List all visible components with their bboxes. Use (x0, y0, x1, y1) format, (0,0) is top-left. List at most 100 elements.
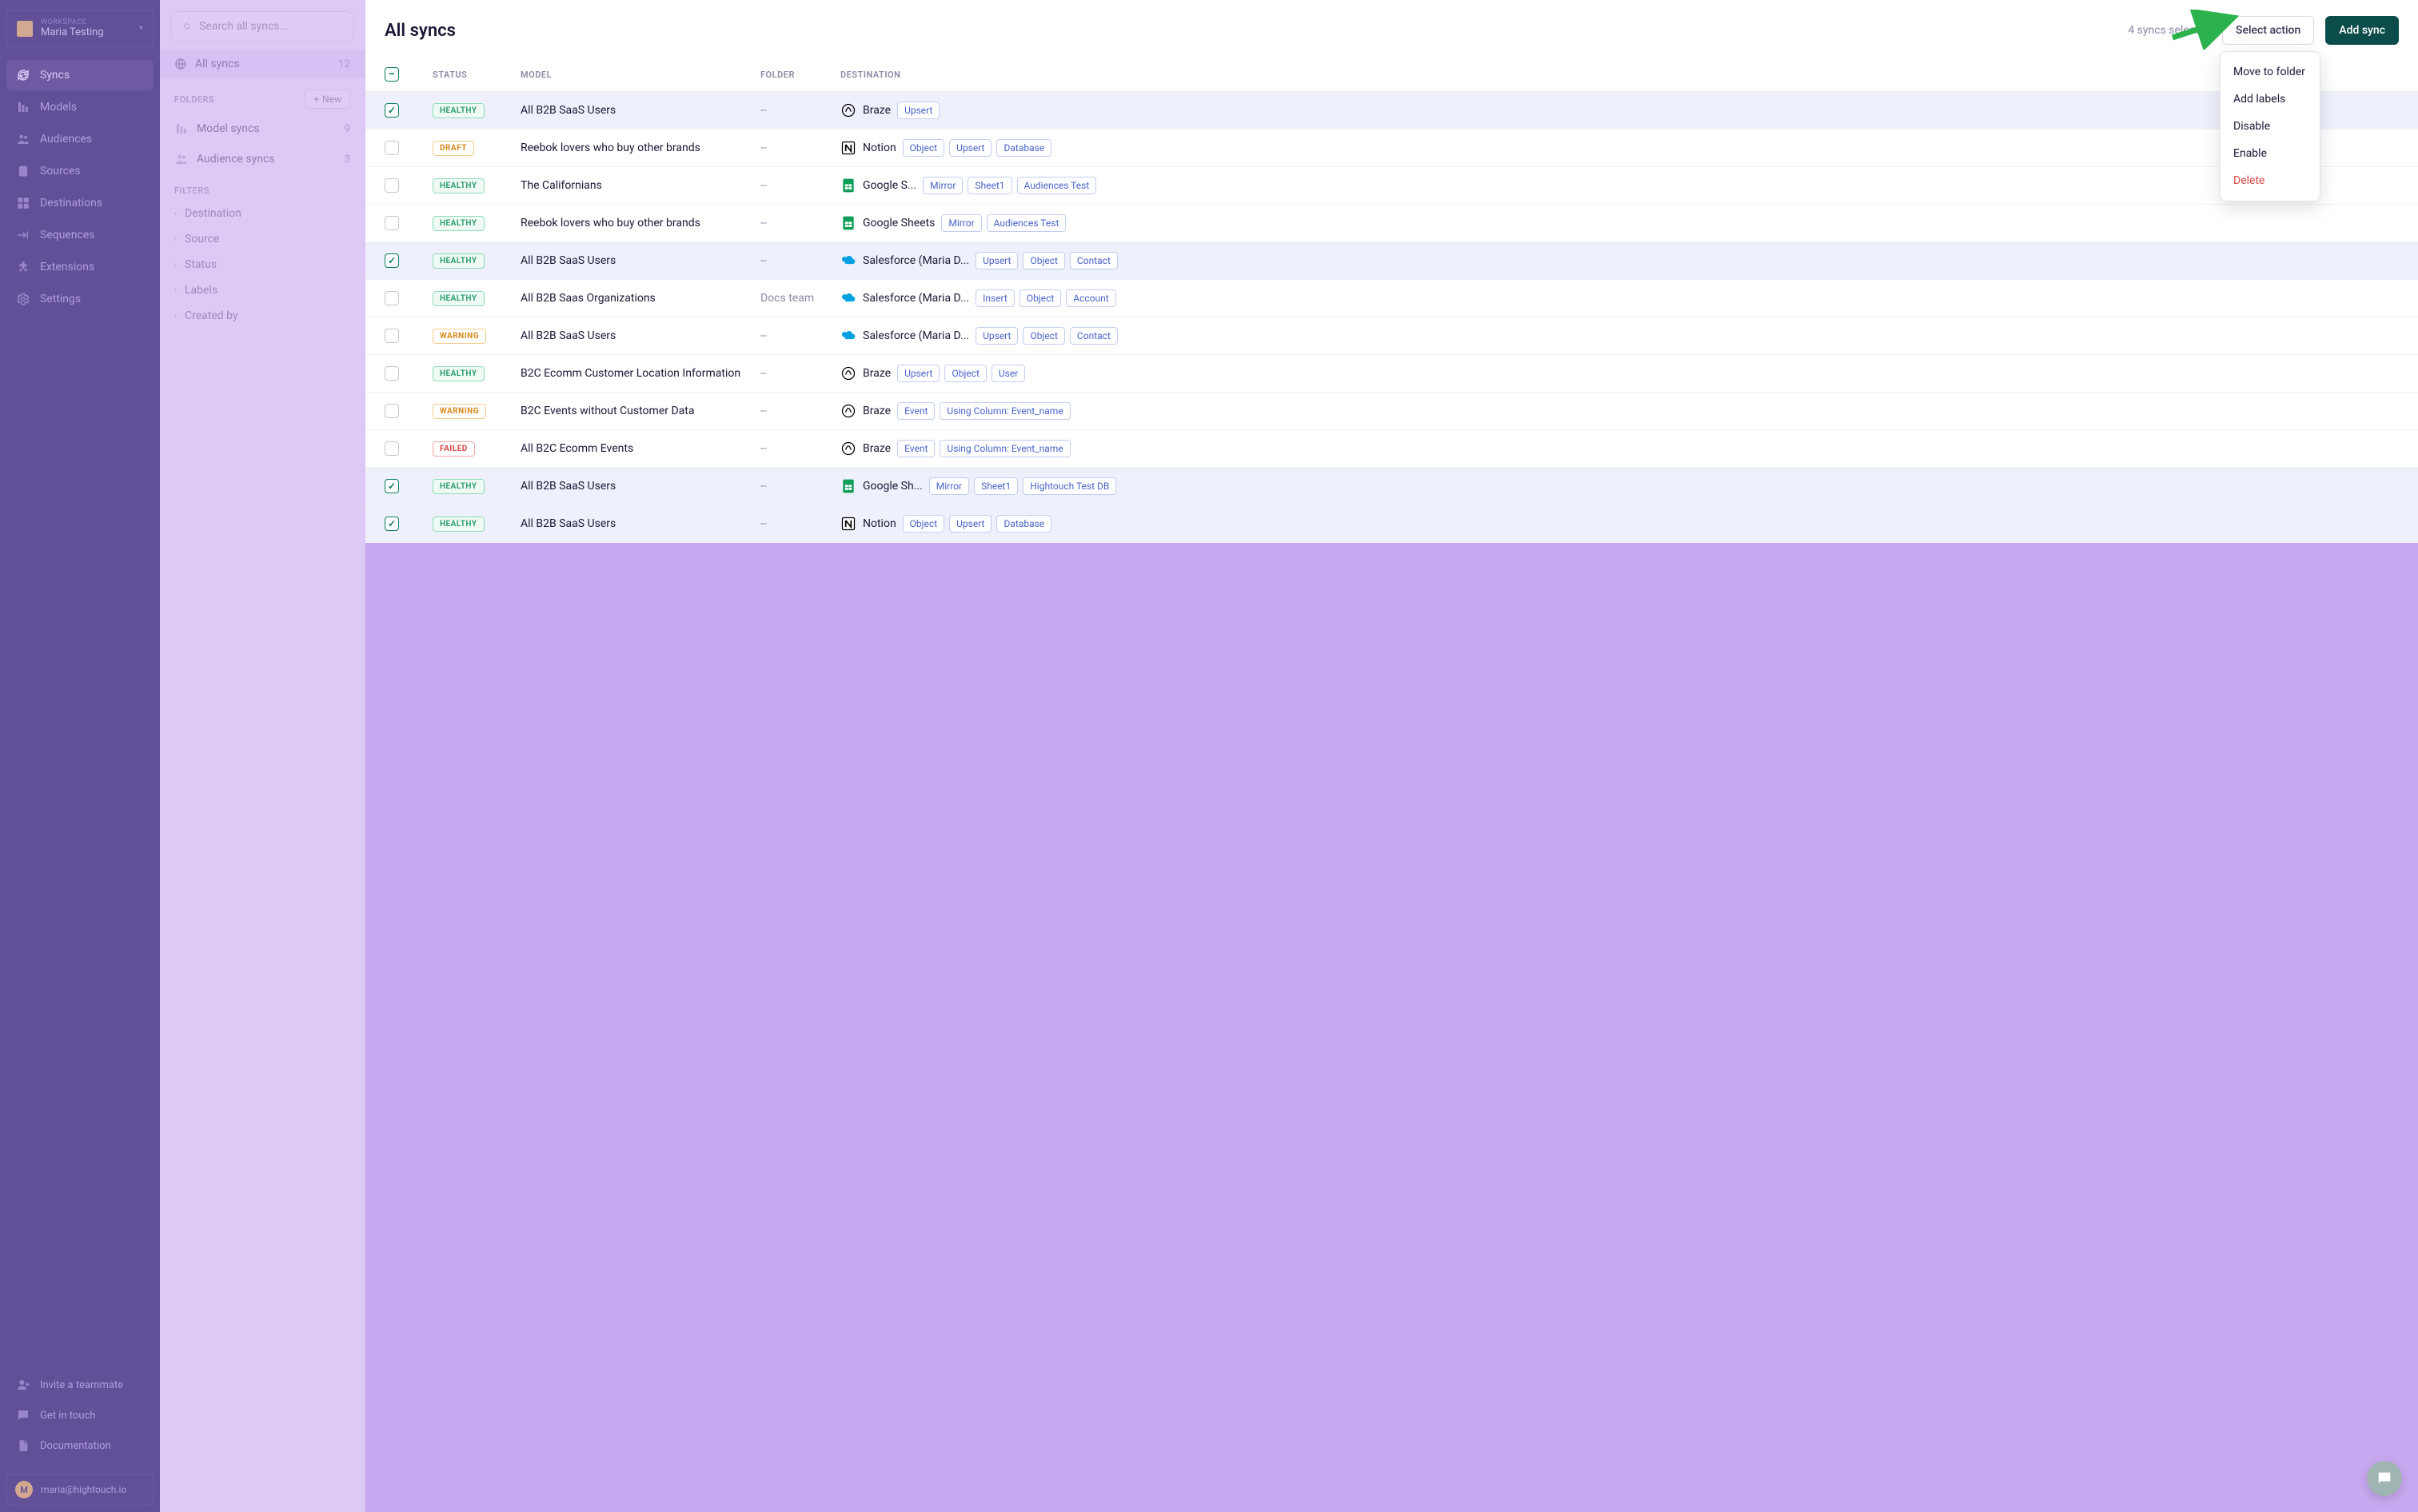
footer-item-docs[interactable]: Documentation (6, 1430, 154, 1461)
row-checkbox[interactable] (385, 253, 399, 268)
col-destination[interactable]: DESTINATION (840, 70, 2399, 80)
col-model[interactable]: MODEL (521, 70, 760, 80)
row-checkbox[interactable] (385, 216, 399, 230)
folder-item[interactable]: Model syncs9 (160, 114, 365, 144)
status-badge: HEALTHY (433, 178, 485, 193)
table-row[interactable]: DRAFT Reebok lovers who buy other brands… (365, 130, 2418, 167)
folder-count: 3 (345, 154, 350, 166)
destination-name: Google Sh... (863, 480, 923, 493)
menu-item[interactable]: Delete (2220, 167, 2320, 194)
table-row[interactable]: HEALTHY B2C Ecomm Customer Location Info… (365, 355, 2418, 393)
tag: Audiences Test (987, 214, 1067, 232)
table-row[interactable]: HEALTHY All B2B SaaS Users -- Salesforce… (365, 242, 2418, 280)
folder-item[interactable]: Audience syncs3 (160, 144, 365, 174)
intercom-launcher[interactable] (2367, 1461, 2402, 1496)
nav-item-models[interactable]: Models (6, 92, 154, 122)
chevron-right-icon: › (174, 235, 177, 244)
table-row[interactable]: HEALTHY The Californians -- Google S... … (365, 167, 2418, 205)
table-row[interactable]: HEALTHY Reebok lovers who buy other bran… (365, 205, 2418, 242)
tag: Using Column: Event_name (940, 402, 1070, 420)
row-checkbox[interactable] (385, 404, 399, 418)
model-name: All B2B SaaS Users (521, 104, 760, 117)
tag-list: UpsertObjectContact (976, 252, 1118, 269)
col-folder[interactable]: FOLDER (760, 70, 840, 80)
destination-name: Notion (863, 142, 896, 154)
table-row[interactable]: WARNING All B2B SaaS Users -- Salesforce… (365, 317, 2418, 355)
menu-item[interactable]: Enable (2220, 140, 2320, 167)
destination-name: Salesforce (Maria D... (863, 254, 969, 267)
destination-name: Salesforce (Maria D... (863, 292, 969, 305)
destination-name: Google S... (863, 179, 916, 192)
row-checkbox[interactable] (385, 479, 399, 493)
row-checkbox[interactable] (385, 291, 399, 305)
model-name: All B2B SaaS Users (521, 254, 760, 267)
tag: Hightouch Test DB (1023, 477, 1116, 495)
folder-cell: -- (760, 329, 840, 342)
tag: Sheet1 (968, 177, 1011, 194)
new-folder-button[interactable]: + New (305, 90, 350, 109)
tag: Object (903, 139, 944, 157)
folder-cell: -- (760, 217, 840, 229)
tag-list: MirrorAudiences Test (941, 214, 1066, 232)
nav-item-syncs[interactable]: Syncs (6, 60, 154, 90)
select-action-button[interactable]: Select action (2222, 16, 2314, 45)
nav-item-destinations[interactable]: Destinations (6, 188, 154, 218)
row-checkbox[interactable] (385, 141, 399, 155)
audiences-icon (16, 132, 30, 146)
row-checkbox[interactable] (385, 366, 399, 381)
user-menu[interactable]: M maria@hightouch.io (6, 1474, 154, 1506)
tag-list: ObjectUpsertDatabase (903, 515, 1052, 533)
filter-item[interactable]: ›Created by (160, 303, 365, 329)
menu-item[interactable]: Move to folder (2220, 58, 2320, 86)
destination-name: Braze (863, 405, 891, 417)
row-checkbox[interactable] (385, 178, 399, 193)
col-status[interactable]: STATUS (433, 70, 521, 80)
select-all-checkbox[interactable] (385, 67, 399, 82)
nav-item-audiences[interactable]: Audiences (6, 124, 154, 154)
search-input[interactable] (199, 20, 341, 33)
row-checkbox[interactable] (385, 103, 399, 118)
destination-name: Braze (863, 442, 891, 455)
braze-icon (840, 441, 856, 457)
workspace-selector[interactable]: WORKSPACE Maria Testing ▾ (6, 10, 154, 47)
menu-item[interactable]: Add labels (2220, 86, 2320, 113)
tag: Upsert (976, 252, 1018, 269)
tag: Event (897, 402, 935, 420)
filter-item[interactable]: ›Labels (160, 277, 365, 303)
menu-item[interactable]: Disable (2220, 113, 2320, 140)
folder-cell: -- (760, 254, 840, 267)
user-avatar: M (15, 1481, 33, 1498)
status-badge: DRAFT (433, 141, 474, 156)
folder-cell: -- (760, 480, 840, 493)
table-row[interactable]: HEALTHY All B2B SaaS Users -- Notion Obj… (365, 505, 2418, 543)
tag-list: EventUsing Column: Event_name (897, 440, 1071, 457)
filter-item[interactable]: ›Status (160, 252, 365, 277)
table-row[interactable]: HEALTHY All B2B SaaS Users -- Braze Upse… (365, 92, 2418, 130)
nav-item-settings[interactable]: Settings (6, 284, 154, 314)
audiences-icon (174, 152, 189, 166)
braze-icon (840, 102, 856, 118)
all-syncs-item[interactable]: All syncs 12 (160, 50, 365, 78)
add-sync-button[interactable]: Add sync (2325, 16, 2399, 45)
filter-item[interactable]: ›Destination (160, 201, 365, 226)
row-checkbox[interactable] (385, 517, 399, 531)
nav-item-extensions[interactable]: Extensions (6, 252, 154, 282)
row-checkbox[interactable] (385, 329, 399, 343)
model-name: All B2B SaaS Users (521, 480, 760, 493)
filter-item[interactable]: ›Source (160, 226, 365, 252)
table-row[interactable]: WARNING B2C Events without Customer Data… (365, 393, 2418, 430)
table-row[interactable]: HEALTHY All B2B Saas Organizations Docs … (365, 280, 2418, 317)
table-row[interactable]: HEALTHY All B2B SaaS Users -- Google Sh.… (365, 468, 2418, 505)
footer-item-chat[interactable]: Get in touch (6, 1400, 154, 1430)
tag-list: InsertObjectAccount (976, 289, 1116, 307)
row-checkbox[interactable] (385, 441, 399, 456)
nav-item-sources[interactable]: Sources (6, 156, 154, 186)
tag-list: MirrorSheet1Hightouch Test DB (929, 477, 1117, 495)
braze-icon (840, 403, 856, 419)
filter-label: Destination (185, 207, 241, 220)
sidebar-footer: Invite a teammateGet in touchDocumentati… (0, 1363, 160, 1467)
nav-item-sequences[interactable]: Sequences (6, 220, 154, 250)
footer-item-invite[interactable]: Invite a teammate (6, 1370, 154, 1400)
search-box[interactable] (171, 11, 353, 42)
table-row[interactable]: FAILED All B2C Ecomm Events -- Braze Eve… (365, 430, 2418, 468)
